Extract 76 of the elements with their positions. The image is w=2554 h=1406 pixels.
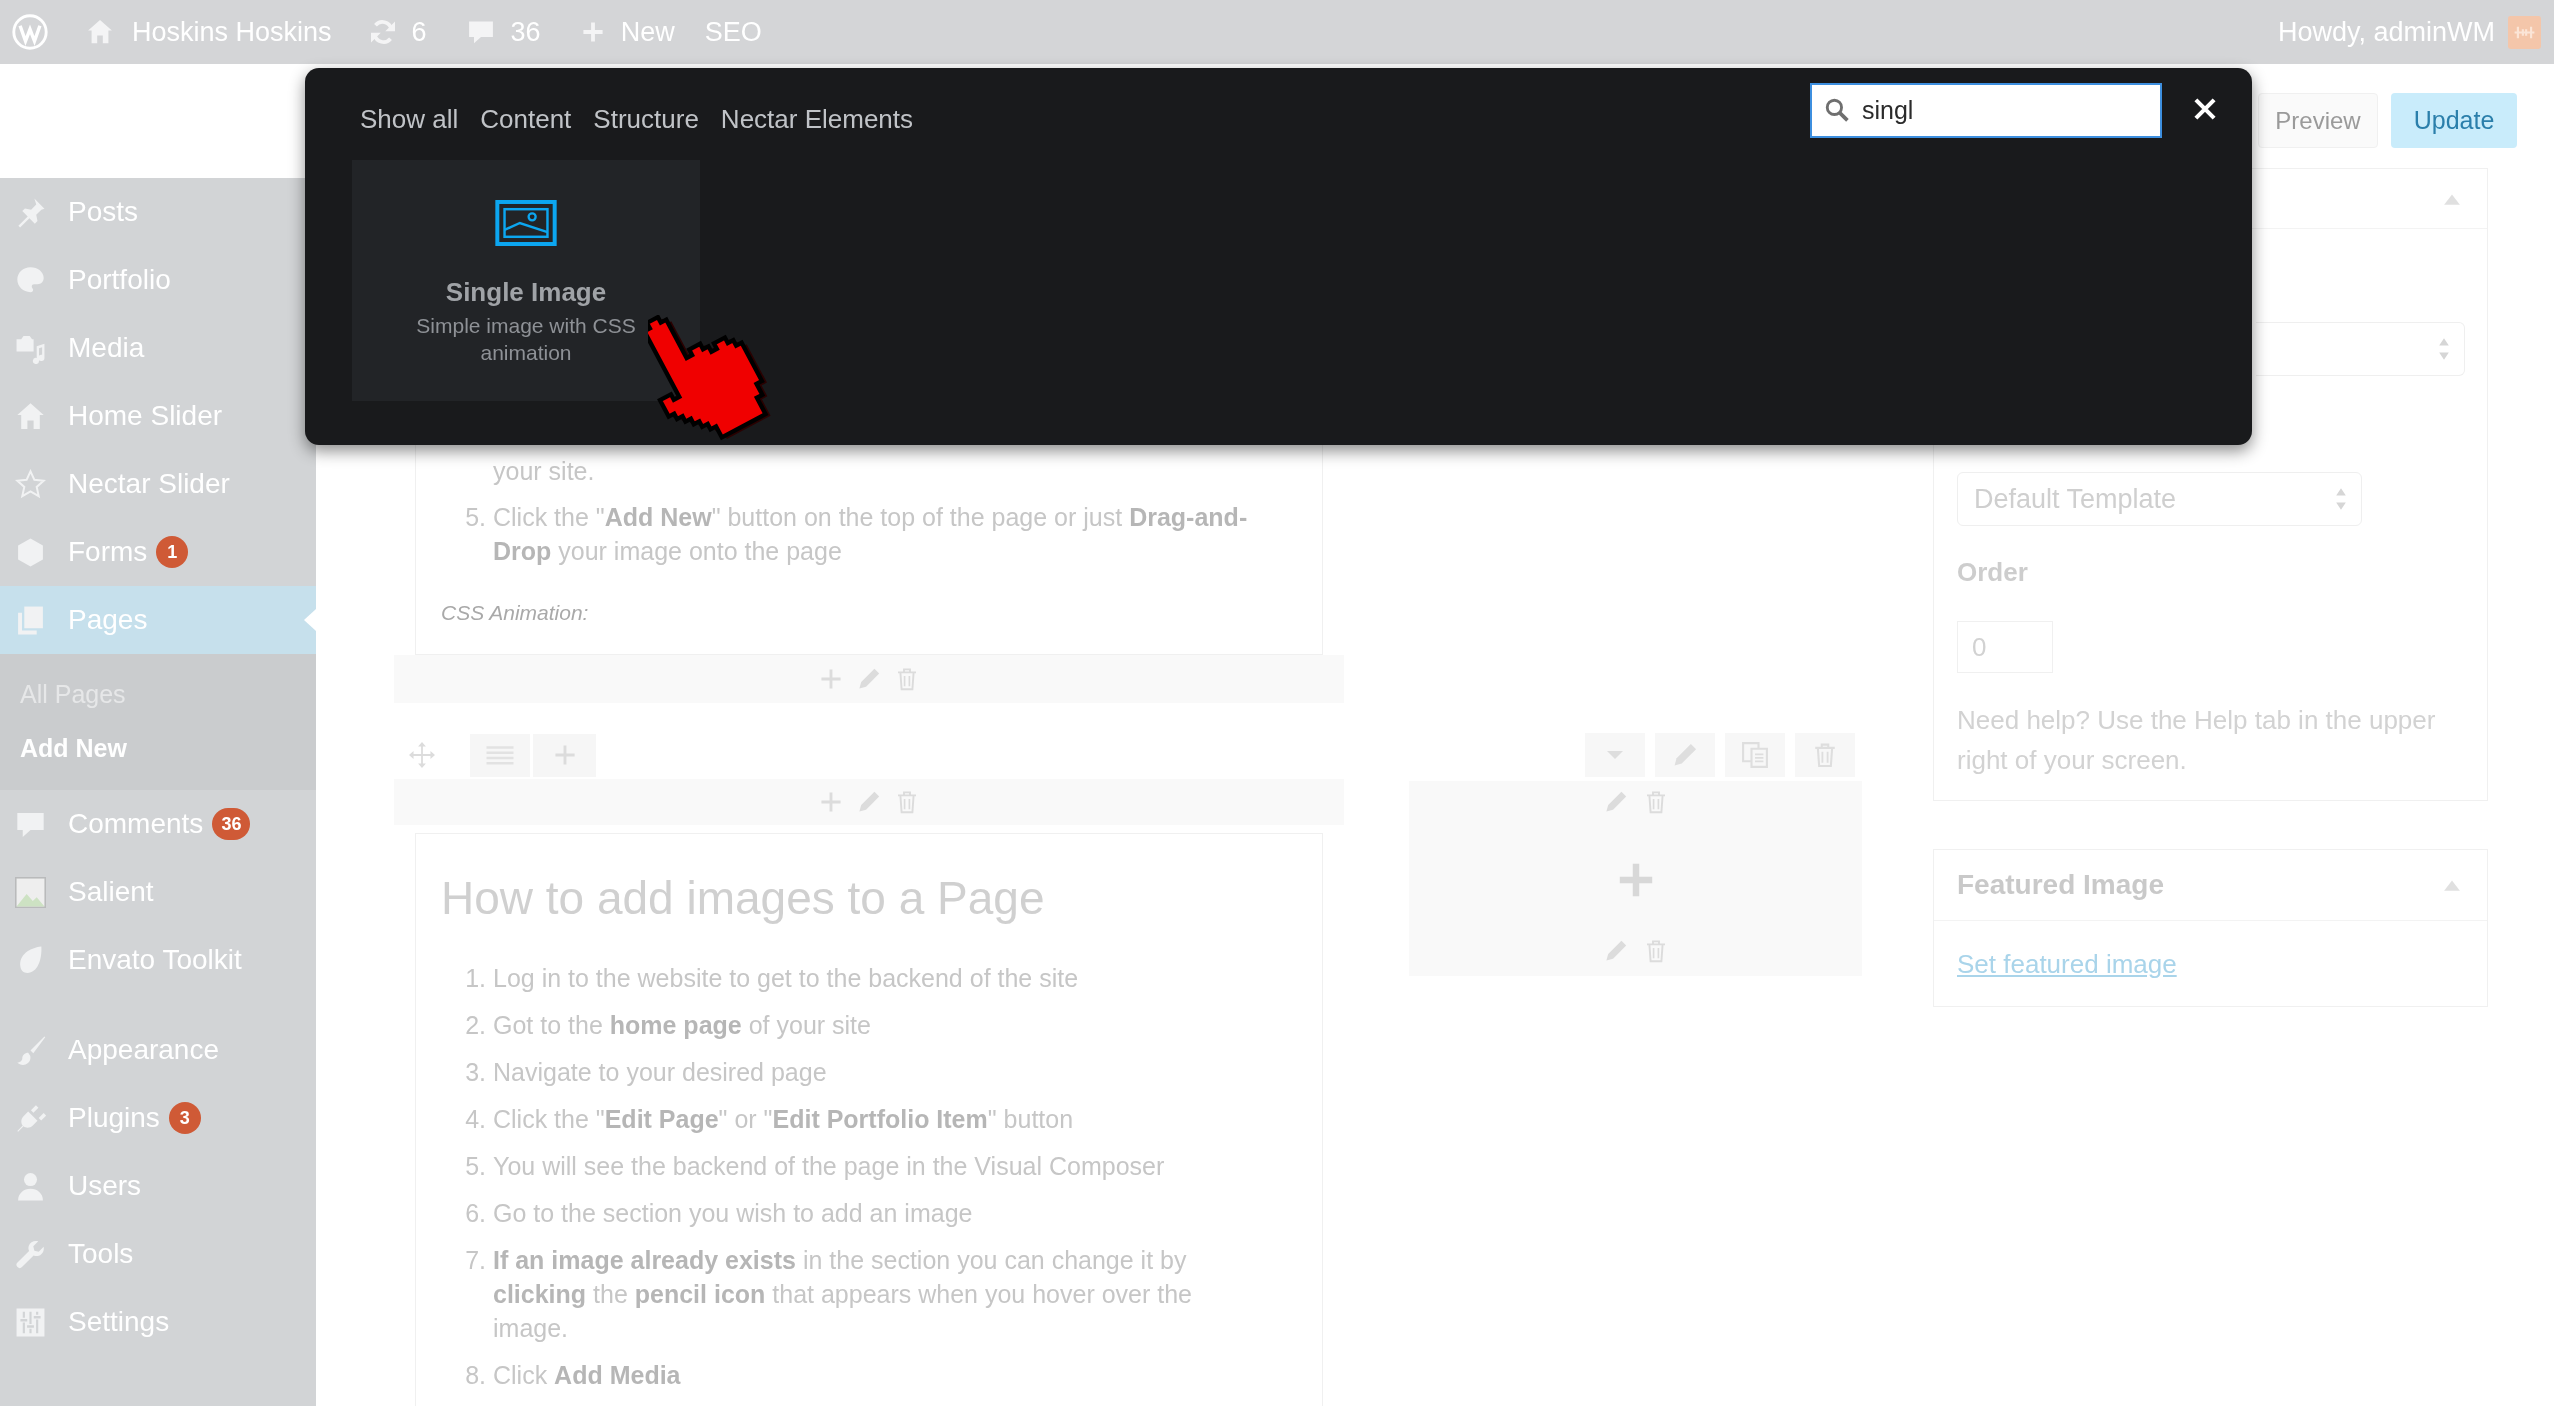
list-number: 8. [464, 1360, 486, 1391]
user-icon [15, 1170, 46, 1202]
pages-icon [15, 604, 46, 636]
trash-icon [1812, 741, 1838, 769]
element-title: Single Image [445, 276, 607, 308]
list-number: 5. [464, 1151, 486, 1182]
copy-icon [1741, 741, 1769, 769]
delete-button[interactable] [1795, 733, 1855, 777]
animation-label: CSS Animation: [441, 600, 589, 626]
pencil-icon[interactable] [857, 790, 881, 814]
list-number: 1. [464, 963, 486, 994]
brush-icon [15, 1034, 46, 1066]
settings-icon [15, 1306, 46, 1338]
filter-tab[interactable]: Nectar Elements [720, 103, 914, 135]
list-item-text: If an image already exists in the section you can change it by clicking the pencil icon that appears when you hover over the image. [493, 1245, 1193, 1344]
list-item-text: your site. [493, 456, 595, 487]
hexagon-icon [15, 536, 46, 568]
element-description: Simple image with CSS animation [415, 313, 637, 366]
home-icon [15, 400, 46, 432]
list-item-text: Log in to the website to get to the backend of the site [493, 963, 1079, 994]
list-number: 7. [464, 1245, 486, 1276]
image-icon [495, 200, 557, 246]
menu-item[interactable]: Pages [0, 586, 316, 654]
collapse-button[interactable] [1585, 733, 1645, 777]
close-icon [2192, 96, 2218, 122]
wrench-icon [15, 1238, 46, 1270]
current-page-arrow-icon [304, 609, 316, 631]
avatar-icon[interactable] [2508, 15, 2541, 49]
search-field[interactable]: singl [1810, 83, 2162, 138]
plus-icon[interactable] [819, 790, 843, 814]
set-featured-image-link[interactable]: Set featured image [1957, 948, 2177, 980]
list-item-text: Navigate to your desired page [493, 1057, 827, 1088]
update-button[interactable]: Update [2391, 93, 2517, 148]
preview-button[interactable]: Preview [2258, 93, 2378, 148]
list-item-text: Click the "Edit Page" or "Edit Portfolio Item" button [493, 1104, 1074, 1135]
count-badge: 3 [168, 1102, 201, 1134]
collapse-caret-icon[interactable] [2443, 878, 2461, 892]
column-layout-button[interactable] [470, 733, 530, 777]
up-down-arrows-icon [2438, 337, 2450, 361]
list-number: 4. [464, 1104, 486, 1135]
list-number: 3. [464, 1057, 486, 1088]
edit-button[interactable] [1655, 733, 1715, 777]
list-number: 5. [464, 502, 486, 533]
filter-tab[interactable]: Content [480, 103, 572, 135]
trash-icon[interactable] [895, 666, 919, 692]
up-down-arrows-icon [2335, 487, 2347, 511]
add-element-plus-icon[interactable] [1617, 862, 1654, 898]
list-item-text: Go to the section you wish to add an image [493, 1198, 973, 1229]
list-number: 2. [464, 1010, 486, 1041]
parent-select[interactable] [2256, 322, 2465, 376]
trash-icon[interactable] [895, 789, 919, 815]
plus-icon[interactable] [819, 667, 843, 691]
count-badge: 36 [212, 808, 251, 840]
list-item-text: Got to the home page of your site [493, 1010, 871, 1041]
filter-tab[interactable]: Structure [593, 103, 699, 135]
move-icon[interactable] [409, 742, 435, 768]
count-badge: 1 [156, 536, 189, 568]
list-item-text: You will see the backend of the page in the Visual Composer [493, 1151, 1165, 1182]
home-icon [86, 18, 114, 46]
logo-icon[interactable] [12, 14, 48, 50]
add-column-button[interactable] [533, 733, 596, 777]
filter-tab[interactable]: Show all [360, 103, 459, 135]
pencil-icon[interactable] [1603, 790, 1628, 814]
star-icon [15, 468, 46, 500]
element-card[interactable]: Single Image Simple image with CSS animation [352, 160, 700, 401]
plus-icon [580, 20, 605, 44]
clone-button[interactable] [1725, 733, 1785, 777]
search-icon [1824, 97, 1850, 123]
plus-icon [552, 743, 577, 767]
image-thumbnail-icon [15, 876, 46, 908]
pencil-icon [1672, 742, 1698, 768]
list-number: 6. [464, 1198, 486, 1229]
list-item-text: Click Add Media [493, 1360, 681, 1391]
pencil-icon[interactable] [857, 667, 881, 691]
pencil-icon[interactable] [1603, 939, 1628, 963]
list-item-text: Click the "Add New" button on the top of the page or just Drag-and-Drop your image onto the page [493, 502, 1249, 567]
